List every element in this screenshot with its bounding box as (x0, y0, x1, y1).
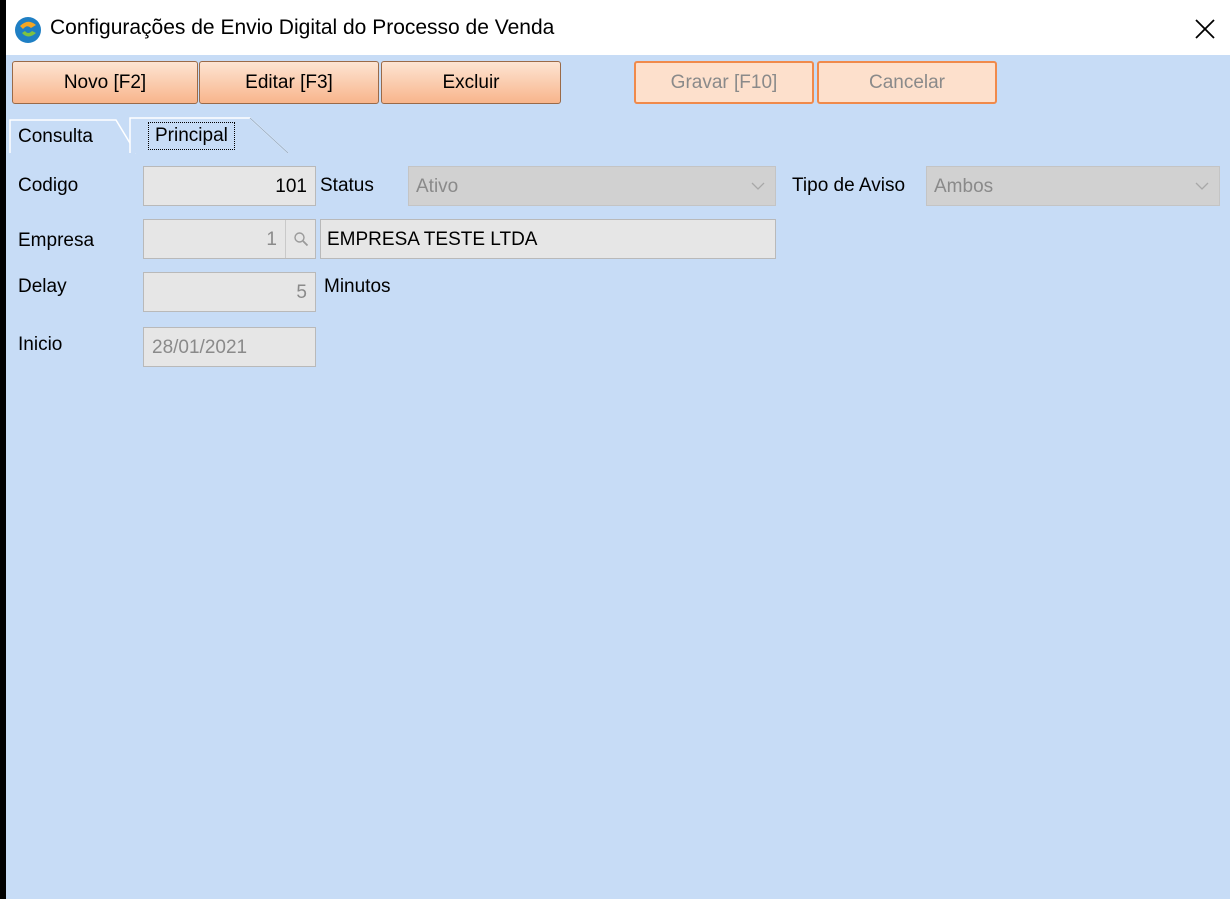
close-icon[interactable] (1188, 12, 1222, 46)
tab-principal[interactable]: Principal (148, 122, 235, 150)
delay-unit-label: Minutos (324, 276, 391, 297)
search-icon[interactable] (285, 220, 315, 258)
inicio-field[interactable]: 28/01/2021 (143, 327, 316, 367)
window: Configurações de Envio Digital do Proces… (0, 0, 1230, 899)
novo-button[interactable]: Novo [F2] (12, 61, 198, 104)
tipo-aviso-label: Tipo de Aviso (792, 175, 906, 196)
chevron-down-icon[interactable] (1185, 167, 1219, 205)
title-bar: Configurações de Envio Digital do Proces… (6, 0, 1230, 55)
status-value: Ativo (416, 176, 459, 197)
codigo-label: Codigo (18, 175, 79, 196)
inicio-label: Inicio (18, 334, 63, 355)
codigo-field[interactable]: 101 (143, 166, 316, 206)
tipo-aviso-value: Ambos (934, 176, 994, 197)
delay-field[interactable]: 5 (143, 272, 316, 312)
tipo-aviso-select[interactable]: Ambos (926, 166, 1220, 206)
empresa-code-field[interactable]: 1 (143, 219, 316, 259)
empresa-code-value: 1 (266, 229, 277, 250)
inicio-value: 28/01/2021 (152, 337, 248, 358)
editar-button[interactable]: Editar [F3] (199, 61, 379, 104)
delay-label: Delay (18, 276, 67, 297)
excluir-button[interactable]: Excluir (381, 61, 561, 104)
tab-consulta[interactable]: Consulta (18, 126, 93, 148)
app-logo-icon (14, 16, 42, 44)
status-select[interactable]: Ativo (408, 166, 776, 206)
codigo-value: 101 (275, 176, 307, 197)
delay-value: 5 (296, 282, 307, 303)
gravar-button[interactable]: Gravar [F10] (634, 61, 814, 104)
chevron-down-icon[interactable] (741, 167, 775, 205)
empresa-label: Empresa (18, 230, 95, 251)
empresa-name-field: EMPRESA TESTE LTDA (320, 219, 776, 259)
empresa-name-value: EMPRESA TESTE LTDA (327, 229, 538, 250)
status-label: Status (320, 175, 374, 196)
cancelar-button[interactable]: Cancelar (817, 61, 997, 104)
tab-strip: Consulta Principal (6, 116, 1230, 154)
window-title: Configurações de Envio Digital do Proces… (50, 16, 555, 39)
